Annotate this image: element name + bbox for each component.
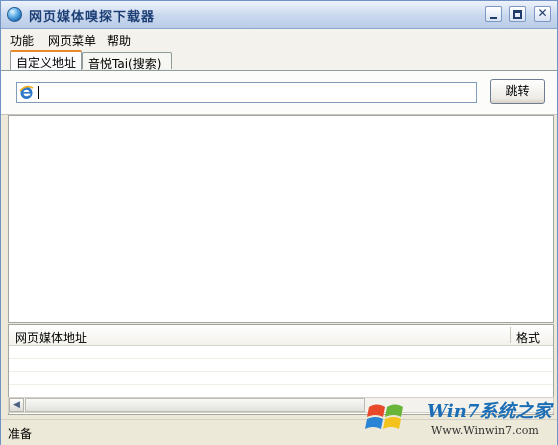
menu-bar: 功能 网页菜单 帮助 <box>1 29 557 49</box>
close-button[interactable]: ✕ <box>534 6 551 22</box>
tab-strip: 自定义地址 音悦Tai(搜索) <box>1 49 557 71</box>
menu-webpage[interactable]: 网页菜单 <box>48 32 96 49</box>
app-window: 网页媒体嗅探下载器 ✕ 功能 网页菜单 帮助 自定义地址 音悦Tai(搜索) 跳… <box>0 0 558 445</box>
media-list-header: 网页媒体地址 格式 <box>9 325 553 346</box>
ie-browser-icon <box>19 85 34 99</box>
tab-yinyuetai-search[interactable]: 音悦Tai(搜索) <box>82 52 172 71</box>
tab-custom-url[interactable]: 自定义地址 <box>10 50 82 70</box>
scroll-left-button[interactable]: ◀ <box>9 398 24 412</box>
column-format[interactable]: 格式 <box>516 329 540 346</box>
minimize-button[interactable] <box>485 6 502 22</box>
app-globe-icon <box>7 7 22 22</box>
menu-help[interactable]: 帮助 <box>107 32 131 49</box>
column-divider[interactable] <box>510 327 511 343</box>
go-button[interactable]: 跳转 <box>490 79 545 104</box>
address-panel: 跳转 <box>1 71 557 115</box>
list-row[interactable] <box>9 346 553 359</box>
scroll-thumb[interactable] <box>25 398 365 412</box>
title-bar[interactable]: 网页媒体嗅探下载器 ✕ <box>1 1 557 29</box>
column-media-url[interactable]: 网页媒体地址 <box>15 329 87 346</box>
chevron-left-icon: ◀ <box>13 400 20 410</box>
web-view-pane[interactable] <box>8 115 554 323</box>
maximize-icon <box>513 10 522 19</box>
menu-function[interactable]: 功能 <box>10 32 34 49</box>
window-title: 网页媒体嗅探下载器 <box>29 10 156 25</box>
watermark-site-name: Win7系统之家 <box>427 401 552 422</box>
text-caret <box>38 86 39 99</box>
address-input[interactable] <box>37 84 473 101</box>
address-box[interactable] <box>16 82 477 103</box>
list-row[interactable] <box>9 372 553 385</box>
status-text: 准备 <box>8 427 33 441</box>
watermark-url: Www.Winwin7.com <box>431 424 539 437</box>
list-row[interactable] <box>9 359 553 372</box>
maximize-button[interactable] <box>509 6 526 22</box>
minimize-icon <box>490 17 497 19</box>
close-icon: ✕ <box>537 6 548 20</box>
